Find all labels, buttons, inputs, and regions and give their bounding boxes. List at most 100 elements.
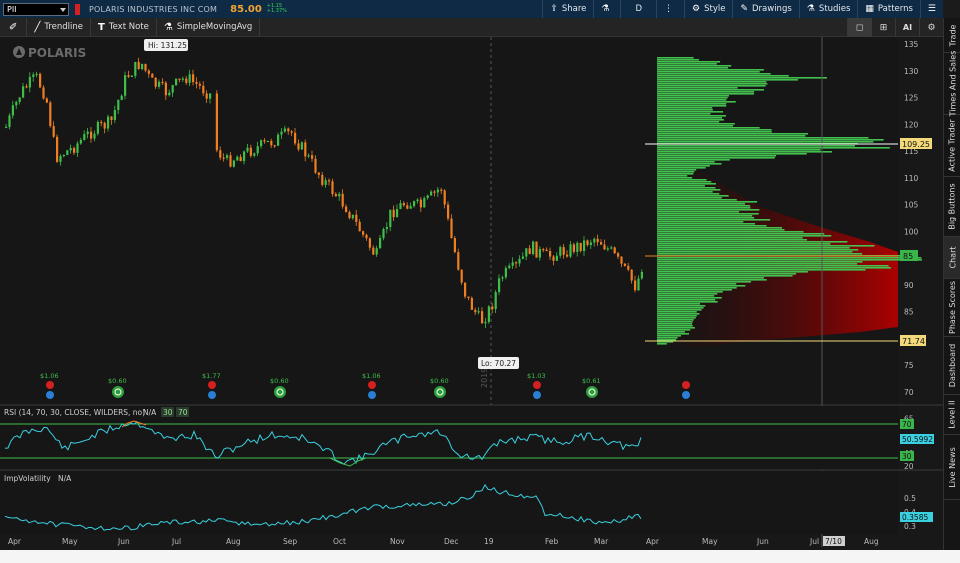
- share-button[interactable]: ⇪ Share: [542, 0, 593, 18]
- candle-body: [273, 145, 276, 147]
- volume-profile-bar: [657, 109, 713, 111]
- menu-button[interactable]: ☰: [919, 0, 943, 18]
- candle-body: [419, 199, 422, 208]
- volume-profile-bar: [657, 285, 746, 287]
- trendline-tool[interactable]: ╱ Trendline: [27, 17, 92, 37]
- candle-body: [226, 155, 229, 158]
- side-tab-dashboard[interactable]: Dashboard: [944, 337, 960, 395]
- volume-profile-bar: [657, 243, 831, 245]
- pin-tool[interactable]: ✐: [0, 17, 28, 37]
- candle-body: [549, 251, 552, 257]
- earnings-value: $1.06: [362, 372, 381, 380]
- flag-icon[interactable]: [75, 3, 80, 15]
- ai-button[interactable]: AI: [895, 18, 919, 37]
- chevron-down-icon[interactable]: [60, 7, 66, 12]
- more-button[interactable]: ⋮: [656, 0, 684, 18]
- volume-profile-bar: [657, 297, 722, 299]
- patterns-button[interactable]: ▦ Patterns: [857, 0, 920, 18]
- side-tab-trade[interactable]: Trade: [944, 18, 960, 53]
- candle-body: [409, 206, 412, 209]
- side-tab-times-and-sales[interactable]: Times And Sales: [944, 51, 960, 116]
- volume-profile-bar: [657, 177, 693, 179]
- side-tab-chart[interactable]: Chart: [944, 237, 960, 279]
- volume-profile-bar: [657, 245, 875, 247]
- side-tab-phase-scores[interactable]: Phase Scores: [944, 279, 960, 337]
- volume-profile-bar: [657, 187, 716, 189]
- dividend-icon: [274, 386, 286, 398]
- text-note-tool[interactable]: T Text Note: [91, 17, 157, 37]
- side-tab-active-trader[interactable]: Active Trader: [944, 115, 960, 177]
- volume-profile-bar: [657, 199, 737, 201]
- flask-button[interactable]: ⚗: [593, 0, 620, 18]
- aggregation-button[interactable]: D: [620, 0, 656, 18]
- candle-body: [402, 203, 405, 206]
- candle-body: [351, 214, 354, 219]
- drawings-button[interactable]: ✎ Drawings: [732, 0, 798, 18]
- studies-button[interactable]: ⚗ Studies: [798, 0, 858, 18]
- candle-body: [559, 247, 562, 256]
- candle-body: [396, 208, 399, 218]
- candle-body: [18, 97, 21, 102]
- volume-profile-bar: [657, 203, 745, 205]
- candle-body: [110, 116, 113, 120]
- candle-body: [5, 126, 8, 129]
- volume-profile-bar: [657, 147, 890, 149]
- candle-body: [433, 191, 436, 193]
- price-tick: 85: [904, 308, 914, 317]
- candle-body: [634, 280, 637, 291]
- candle-body: [22, 86, 25, 98]
- candle-body: [113, 109, 116, 120]
- side-tab-level-ii[interactable]: Level II: [944, 395, 960, 435]
- volume-profile-bar: [657, 343, 667, 345]
- volume-profile-bar: [657, 173, 694, 175]
- candle-body: [90, 131, 93, 139]
- volume-profile-bar: [657, 197, 722, 199]
- single-layout-button[interactable]: ◻: [847, 18, 871, 37]
- candle-body: [76, 143, 79, 153]
- candle-body: [317, 172, 320, 175]
- grid-layout-button[interactable]: ⊞: [871, 18, 895, 37]
- chart-settings-button[interactable]: ⚙: [919, 18, 943, 37]
- volume-profile-bar: [657, 269, 866, 271]
- volume-profile-bar: [657, 105, 727, 107]
- side-tab-live-news[interactable]: Live News: [944, 435, 960, 500]
- candle-body: [504, 268, 507, 278]
- volume-profile-bar: [657, 313, 700, 315]
- candle-body: [382, 229, 385, 239]
- trendline-icon: ╱: [34, 21, 41, 33]
- candle-body: [307, 155, 310, 157]
- current-tag-text: 85: [903, 252, 913, 261]
- volume-profile-bar: [657, 253, 863, 255]
- candle-body: [572, 244, 575, 252]
- candle-body: [304, 142, 307, 157]
- candle-body: [96, 121, 99, 134]
- price-chart[interactable]: 2019 POLARIS Hi: 131.25 Lo: 70.27 135 130…: [0, 37, 943, 550]
- price-tag-low: 71.74: [900, 335, 926, 346]
- candle-body: [362, 231, 365, 235]
- gear-icon: ⚙: [927, 22, 936, 33]
- side-tab-big-buttons[interactable]: Big Buttons: [944, 177, 960, 237]
- style-button[interactable]: ⚙ Style: [684, 0, 732, 18]
- volume-profile-bar: [657, 77, 827, 79]
- chart-area[interactable]: 2019 POLARIS Hi: 131.25 Lo: 70.27 135 130…: [0, 37, 943, 550]
- volume-profile-bar: [657, 145, 855, 147]
- candle-body: [389, 209, 392, 227]
- candle-body: [263, 140, 266, 142]
- candle-body: [436, 189, 439, 193]
- candle-body: [56, 136, 59, 162]
- candle-body: [606, 248, 609, 250]
- volume-profile-bar: [657, 223, 755, 225]
- sma-tool[interactable]: ⚗ SimpleMovingAvg: [157, 17, 261, 37]
- earnings-icon: [682, 381, 690, 389]
- side-tab-label: Active Trader: [948, 119, 958, 172]
- share-label: Share: [561, 4, 587, 14]
- candle-body: [198, 83, 201, 86]
- volume-profile-bar: [657, 323, 693, 325]
- volume-profile-bar: [657, 325, 693, 327]
- symbol-input[interactable]: PII: [3, 2, 69, 16]
- candle-body: [328, 180, 331, 182]
- candle-body: [576, 242, 579, 252]
- candle-body: [185, 78, 188, 83]
- candle-body: [630, 269, 633, 281]
- volume-profile-bar: [657, 229, 785, 231]
